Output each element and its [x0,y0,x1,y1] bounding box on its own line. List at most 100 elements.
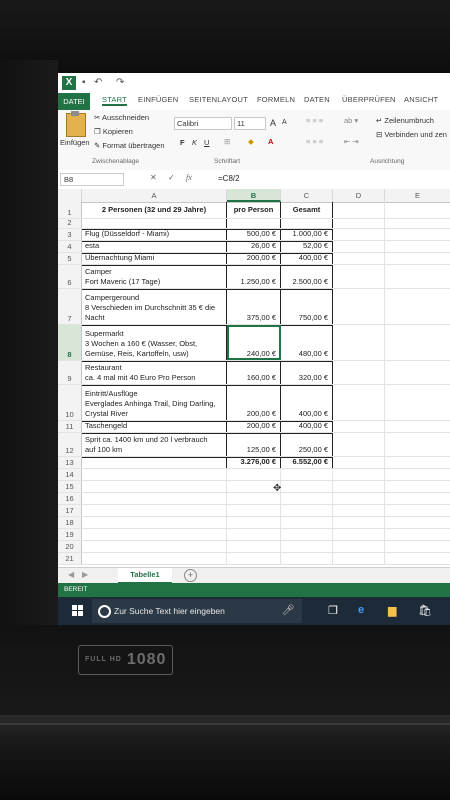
cell-d[interactable] [333,493,385,504]
cell-c[interactable] [281,481,333,492]
column-header-a[interactable]: A [82,189,227,202]
row-header[interactable]: 10 [58,385,82,420]
cell-b[interactable]: pro Person [227,202,281,218]
row-header[interactable]: 11 [58,421,82,432]
column-header-e[interactable]: E [385,189,450,202]
bold-button[interactable]: F [180,138,185,147]
cell-c[interactable]: 320,00 € [281,361,333,384]
cell-c[interactable] [281,469,333,480]
cell-d[interactable] [333,517,385,528]
align-left-icon[interactable]: ≡ ≡ ≡ [306,137,323,146]
cell-d[interactable] [333,505,385,516]
border-icon[interactable]: ⊞ [224,137,230,146]
cell-e[interactable] [385,253,450,264]
cell-e[interactable] [385,265,450,288]
font-name-select[interactable]: Calibri [174,117,232,130]
cell-a[interactable]: Taschengeld [82,421,227,432]
cell-c[interactable]: 6.552,00 € [281,457,333,468]
cell-a[interactable]: Flug (Düsseldorf - Miami) [82,229,227,240]
cell-a[interactable] [82,505,227,516]
cell-d[interactable] [333,385,385,420]
tab-formulas[interactable]: FORMELN [257,95,295,104]
cell-d[interactable] [333,219,385,228]
cell-d[interactable] [333,202,385,218]
row-header[interactable]: 6 [58,265,82,288]
cell-a[interactable]: Eintritt/Ausflüge Everglades Anhinga Tra… [82,385,227,420]
cell-b[interactable] [227,469,281,480]
cell-e[interactable] [385,202,450,218]
cell-e[interactable] [385,553,450,564]
cell-a[interactable]: 2 Personen (32 und 29 Jahre) [82,202,227,218]
cell-d[interactable] [333,481,385,492]
cell-d[interactable] [333,325,385,360]
cell-b[interactable]: 1.250,00 € [227,265,281,288]
cell-e[interactable] [385,289,450,324]
row-header[interactable]: 20 [58,541,82,552]
microphone-icon[interactable]: 🎤︎ [282,605,295,616]
cell-b[interactable] [227,541,281,552]
cell-d[interactable] [333,361,385,384]
cell-e[interactable] [385,469,450,480]
cell-b[interactable]: 500,00 € [227,229,281,240]
cell-a[interactable]: Sprit ca. 1400 km und 20 l verbrauch auf… [82,433,227,456]
row-header[interactable]: 4 [58,241,82,252]
cell-c[interactable] [281,553,333,564]
cell-c[interactable]: 250,00 € [281,433,333,456]
column-header-b[interactable]: B [227,189,281,202]
row-header[interactable]: 17 [58,505,82,516]
cell-b[interactable] [227,505,281,516]
cell-e[interactable] [385,493,450,504]
row-header[interactable]: 18 [58,517,82,528]
wrap-text-button[interactable]: ↵ Zeilenumbruch [376,116,434,125]
cell-a[interactable] [82,553,227,564]
redo-icon[interactable]: ↷ [116,77,124,88]
cell-b[interactable]: 200,00 € [227,253,281,264]
cell-c[interactable]: 1.000,00 € [281,229,333,240]
cell-c[interactable] [281,493,333,504]
cell-b[interactable]: 200,00 € [227,385,281,420]
cell-a[interactable]: esta [82,241,227,252]
cell-c[interactable] [281,529,333,540]
merge-center-button[interactable]: ⊟ Verbinden und zen [376,130,447,139]
row-header[interactable]: 12 [58,433,82,456]
task-view-icon[interactable]: ❐ [328,604,338,617]
row-header[interactable]: 15 [58,481,82,492]
cell-b[interactable]: 125,00 € [227,433,281,456]
cell-e[interactable] [385,325,450,360]
row-header[interactable]: 21 [58,553,82,564]
fill-color-icon[interactable]: ◆ [248,137,254,146]
select-all-corner[interactable] [58,189,82,202]
sheet-tab-tabelle1[interactable]: Tabelle1 [118,568,172,584]
cell-b[interactable]: 160,00 € [227,361,281,384]
tab-data[interactable]: DATEN [304,95,330,104]
cell-b[interactable]: 3.276,00 € [227,457,281,468]
row-header[interactable]: 1 [58,202,82,218]
cell-b[interactable]: 26,00 € [227,241,281,252]
cell-e[interactable] [385,541,450,552]
cell-a[interactable]: Übernachtung Miami [82,253,227,264]
cell-e[interactable] [385,361,450,384]
sheet-prev-icon[interactable]: ◀ [68,570,74,579]
italic-button[interactable]: K [192,138,197,147]
cell-d[interactable] [333,253,385,264]
row-header[interactable]: 3 [58,229,82,240]
cancel-icon[interactable]: ✕ [150,173,157,182]
cell-d[interactable] [333,457,385,468]
taskbar-search-box[interactable]: Zur Suche Text hier eingeben 🎤︎ [92,599,302,623]
tab-insert[interactable]: EINFÜGEN [138,95,178,104]
cell-a[interactable] [82,469,227,480]
cell-c[interactable]: 480,00 € [281,325,333,360]
cell-d[interactable] [333,541,385,552]
tab-file[interactable]: DATEI [58,93,90,110]
cell-a[interactable] [82,493,227,504]
column-header-c[interactable]: C [281,189,333,202]
cell-d[interactable] [333,241,385,252]
cell-c[interactable]: 400,00 € [281,385,333,420]
row-header[interactable]: 19 [58,529,82,540]
indent-icon[interactable]: ⇤ ⇥ [344,137,359,146]
store-icon[interactable]: 🛍︎ [418,604,432,617]
row-header[interactable]: 9 [58,361,82,384]
cell-d[interactable] [333,289,385,324]
sheet-next-icon[interactable]: ▶ [82,570,88,579]
cell-c[interactable]: 400,00 € [281,253,333,264]
